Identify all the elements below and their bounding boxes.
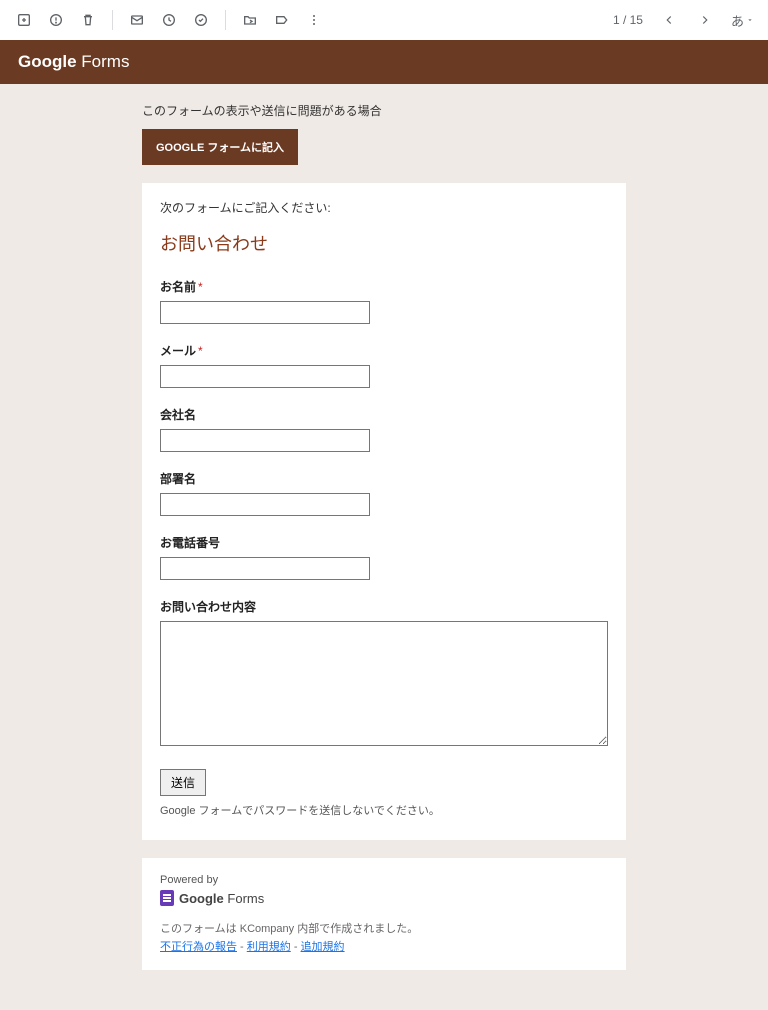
- prev-icon[interactable]: [655, 6, 683, 34]
- input-message[interactable]: [160, 621, 608, 746]
- task-icon[interactable]: [187, 6, 215, 34]
- field-message: お問い合わせ内容: [160, 598, 608, 751]
- field-dept: 部署名: [160, 470, 608, 516]
- delete-icon[interactable]: [74, 6, 102, 34]
- next-icon[interactable]: [691, 6, 719, 34]
- report-abuse-link[interactable]: 不正行為の報告: [160, 941, 237, 953]
- form-instructions: 次のフォームにご記入ください:: [160, 199, 608, 216]
- open-in-forms-button[interactable]: GOOGLE フォームに記入: [142, 129, 298, 165]
- created-note: このフォームは KCompany 内部で作成されました。: [160, 920, 608, 936]
- label-email: メール*: [160, 342, 608, 359]
- snooze-icon[interactable]: [155, 6, 183, 34]
- label-message: お問い合わせ内容: [160, 598, 608, 615]
- input-name[interactable]: [160, 301, 370, 324]
- input-dept[interactable]: [160, 493, 370, 516]
- label-phone: お電話番号: [160, 534, 608, 551]
- additional-terms-link[interactable]: 追加規約: [301, 941, 345, 953]
- spam-icon[interactable]: [42, 6, 70, 34]
- google-forms-text: Google Forms: [179, 891, 264, 906]
- required-mark: *: [198, 280, 203, 294]
- label-company: 会社名: [160, 406, 608, 423]
- brand-bold: Google: [18, 52, 77, 71]
- toolbar-right: 1 / 15 あ: [613, 6, 758, 34]
- toolbar-separator: [112, 10, 113, 30]
- required-mark: *: [198, 344, 203, 358]
- form-card: 次のフォームにご記入ください: お問い合わせ お名前* メール* 会社名 部署名…: [142, 183, 626, 840]
- forms-badge-icon: [160, 890, 174, 906]
- fallback-notice: このフォームの表示や送信に問題がある場合 GOOGLE フォームに記入: [142, 102, 626, 165]
- move-to-icon[interactable]: [236, 6, 264, 34]
- toolbar-separator: [225, 10, 226, 30]
- form-footer: Powered by Google Forms このフォームは KCompany…: [142, 858, 626, 970]
- google-forms-logo[interactable]: Google Forms: [160, 890, 608, 906]
- chevron-down-icon: [746, 16, 754, 24]
- input-method-button[interactable]: あ: [727, 9, 758, 32]
- brand-bar: Google Forms: [0, 40, 768, 84]
- field-email: メール*: [160, 342, 608, 388]
- password-note: Google フォームでパスワードを送信しないでください。: [160, 802, 608, 818]
- field-phone: お電話番号: [160, 534, 608, 580]
- label-name: お名前*: [160, 278, 608, 295]
- brand-thin: Forms: [77, 52, 130, 71]
- terms-link[interactable]: 利用規約: [247, 941, 291, 953]
- label-dept: 部署名: [160, 470, 608, 487]
- input-email[interactable]: [160, 365, 370, 388]
- input-company[interactable]: [160, 429, 370, 452]
- field-name: お名前*: [160, 278, 608, 324]
- input-phone[interactable]: [160, 557, 370, 580]
- fallback-text: このフォームの表示や送信に問題がある場合: [142, 102, 626, 119]
- page-background: Google Forms このフォームの表示や送信に問題がある場合 GOOGLE…: [0, 40, 768, 1010]
- toolbar-left: [10, 6, 328, 34]
- form-title: お問い合わせ: [160, 230, 608, 256]
- legal-links: 不正行為の報告 - 利用規約 - 追加規約: [160, 938, 608, 954]
- page-indicator: 1 / 15: [613, 13, 643, 27]
- field-company: 会社名: [160, 406, 608, 452]
- label-icon[interactable]: [268, 6, 296, 34]
- powered-by-label: Powered by: [160, 874, 608, 886]
- more-icon[interactable]: [300, 6, 328, 34]
- submit-button[interactable]: 送信: [160, 769, 206, 796]
- toolbar: 1 / 15 あ: [0, 0, 768, 40]
- archive-add-icon[interactable]: [10, 6, 38, 34]
- mail-unread-icon[interactable]: [123, 6, 151, 34]
